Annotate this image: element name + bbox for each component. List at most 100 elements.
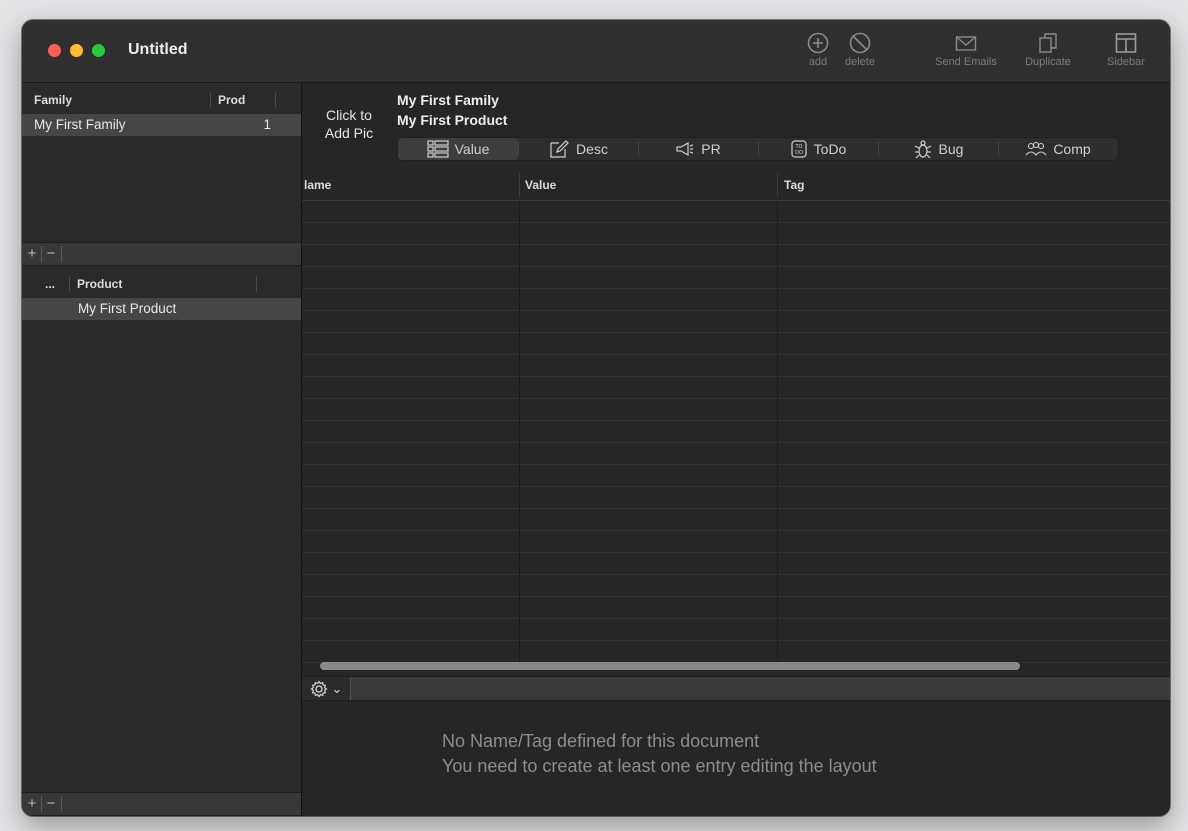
sidebar-button[interactable]: Sidebar: [1102, 32, 1150, 68]
table-row: [302, 530, 1170, 531]
family-row-name: My First Family: [34, 117, 126, 132]
family-row-count: 1: [263, 117, 271, 132]
detail-pane: Click to Add Pic My First Family My Firs…: [302, 83, 1170, 816]
envelope-icon: [955, 36, 977, 51]
family-row[interactable]: My First Family 1: [22, 114, 301, 136]
table-row: [302, 420, 1170, 421]
detail-tabs: Value Desc PR TO DO ToDo Bug Comp: [397, 137, 1119, 161]
add-family-button[interactable]: +: [24, 244, 40, 263]
value-table: lame Value Tag: [302, 170, 1170, 667]
click-pic-line2: Add Pic: [324, 125, 374, 141]
tab-bug-label: Bug: [938, 141, 964, 157]
column-divider: [210, 92, 211, 108]
family-name-heading: My First Family: [397, 92, 499, 108]
name-column-header[interactable]: lame: [304, 178, 331, 192]
people-icon: [1025, 141, 1047, 156]
table-row: [302, 442, 1170, 443]
add-product-button[interactable]: +: [24, 794, 40, 813]
pencil-icon: [550, 140, 569, 158]
tab-comp-label: Comp: [1053, 141, 1091, 157]
duplicate-button[interactable]: Duplicate: [1018, 32, 1078, 68]
product-column-header[interactable]: Product: [77, 277, 122, 291]
table-row: [302, 486, 1170, 487]
button-separator: [41, 246, 42, 262]
sidebar-icon: [1115, 33, 1137, 53]
column-divider: [519, 173, 520, 197]
product-row[interactable]: My First Product: [22, 298, 301, 320]
tab-bug[interactable]: Bug: [878, 138, 998, 160]
svg-text:DO: DO: [795, 150, 803, 156]
prohibited-icon: [849, 32, 871, 54]
minimize-window-button[interactable]: [70, 44, 83, 57]
list-icon: [427, 140, 449, 158]
title-bar: Untitled add delete Send Emails Duplicat…: [22, 20, 1170, 83]
button-separator: [41, 796, 42, 812]
layout-action-bar: ⌄: [302, 676, 1170, 701]
sidebar-label: Sidebar: [1107, 56, 1145, 68]
horizontal-scrollbar[interactable]: [320, 662, 1020, 670]
chevron-down-icon: ⌄: [331, 680, 343, 696]
delete-button-label: delete: [845, 56, 875, 68]
button-separator: [61, 246, 62, 262]
add-button-label: add: [808, 56, 828, 68]
column-divider: [777, 173, 778, 197]
send-emails-label: Send Emails: [935, 56, 997, 68]
tab-comp[interactable]: Comp: [998, 138, 1118, 160]
column-line: [777, 201, 778, 667]
table-rows: [302, 201, 1170, 667]
product-marker-column-header[interactable]: ...: [45, 277, 55, 291]
table-row: [302, 640, 1170, 641]
value-column-header[interactable]: Value: [525, 178, 556, 192]
table-row: [302, 310, 1170, 311]
column-divider: [256, 276, 257, 292]
tab-todo-label: ToDo: [813, 141, 847, 157]
family-add-remove-bar: + −: [22, 242, 301, 266]
tab-desc-label: Desc: [576, 141, 608, 157]
gear-icon: [310, 679, 328, 698]
add-picture-well[interactable]: Click to Add Pic: [320, 106, 378, 142]
empty-state-message: No Name/Tag defined for this document Yo…: [442, 729, 877, 779]
table-row: [302, 354, 1170, 355]
column-line: [519, 201, 520, 667]
delete-button[interactable]: delete: [838, 32, 882, 68]
family-column-header[interactable]: Family: [34, 93, 72, 107]
table-row: [302, 464, 1170, 465]
empty-message-line2: You need to create at least one entry ed…: [442, 756, 877, 776]
table-row: [302, 222, 1170, 223]
plus-circle-icon: [807, 32, 829, 54]
product-add-remove-bar: + −: [22, 792, 301, 816]
todo-icon: TO DO: [791, 140, 807, 158]
table-row: [302, 376, 1170, 377]
prod-column-header[interactable]: Prod: [218, 93, 245, 107]
window-title: Untitled: [128, 41, 188, 58]
gear-menu-button[interactable]: ⌄: [302, 677, 351, 700]
remove-product-button[interactable]: −: [43, 794, 59, 813]
close-window-button[interactable]: [48, 44, 61, 57]
tab-desc[interactable]: Desc: [518, 138, 638, 160]
tab-value[interactable]: Value: [398, 138, 518, 160]
duplicate-label: Duplicate: [1025, 56, 1071, 68]
table-row: [302, 618, 1170, 619]
button-separator: [61, 796, 62, 812]
megaphone-icon: [676, 141, 694, 157]
table-row: [302, 574, 1170, 575]
table-row: [302, 244, 1170, 245]
tag-column-header[interactable]: Tag: [784, 178, 804, 192]
bug-icon: [914, 140, 931, 159]
remove-family-button[interactable]: −: [43, 244, 59, 263]
table-row: [302, 508, 1170, 509]
table-row: [302, 266, 1170, 267]
product-row-name: My First Product: [78, 301, 177, 316]
tab-value-label: Value: [454, 141, 490, 157]
add-button[interactable]: add: [800, 32, 836, 68]
app-window: Untitled add delete Send Emails Duplicat…: [22, 20, 1170, 816]
tab-todo[interactable]: TO DO ToDo: [758, 138, 878, 160]
family-product-sidebar: Family Prod My First Family 1 + − ... Pr…: [22, 83, 302, 816]
tab-pr[interactable]: PR: [638, 138, 758, 160]
empty-message-line1: No Name/Tag defined for this document: [442, 731, 760, 751]
table-row: [302, 398, 1170, 399]
table-row: [302, 288, 1170, 289]
table-row: [302, 552, 1170, 553]
zoom-window-button[interactable]: [92, 44, 105, 57]
send-emails-button[interactable]: Send Emails: [928, 32, 1004, 68]
